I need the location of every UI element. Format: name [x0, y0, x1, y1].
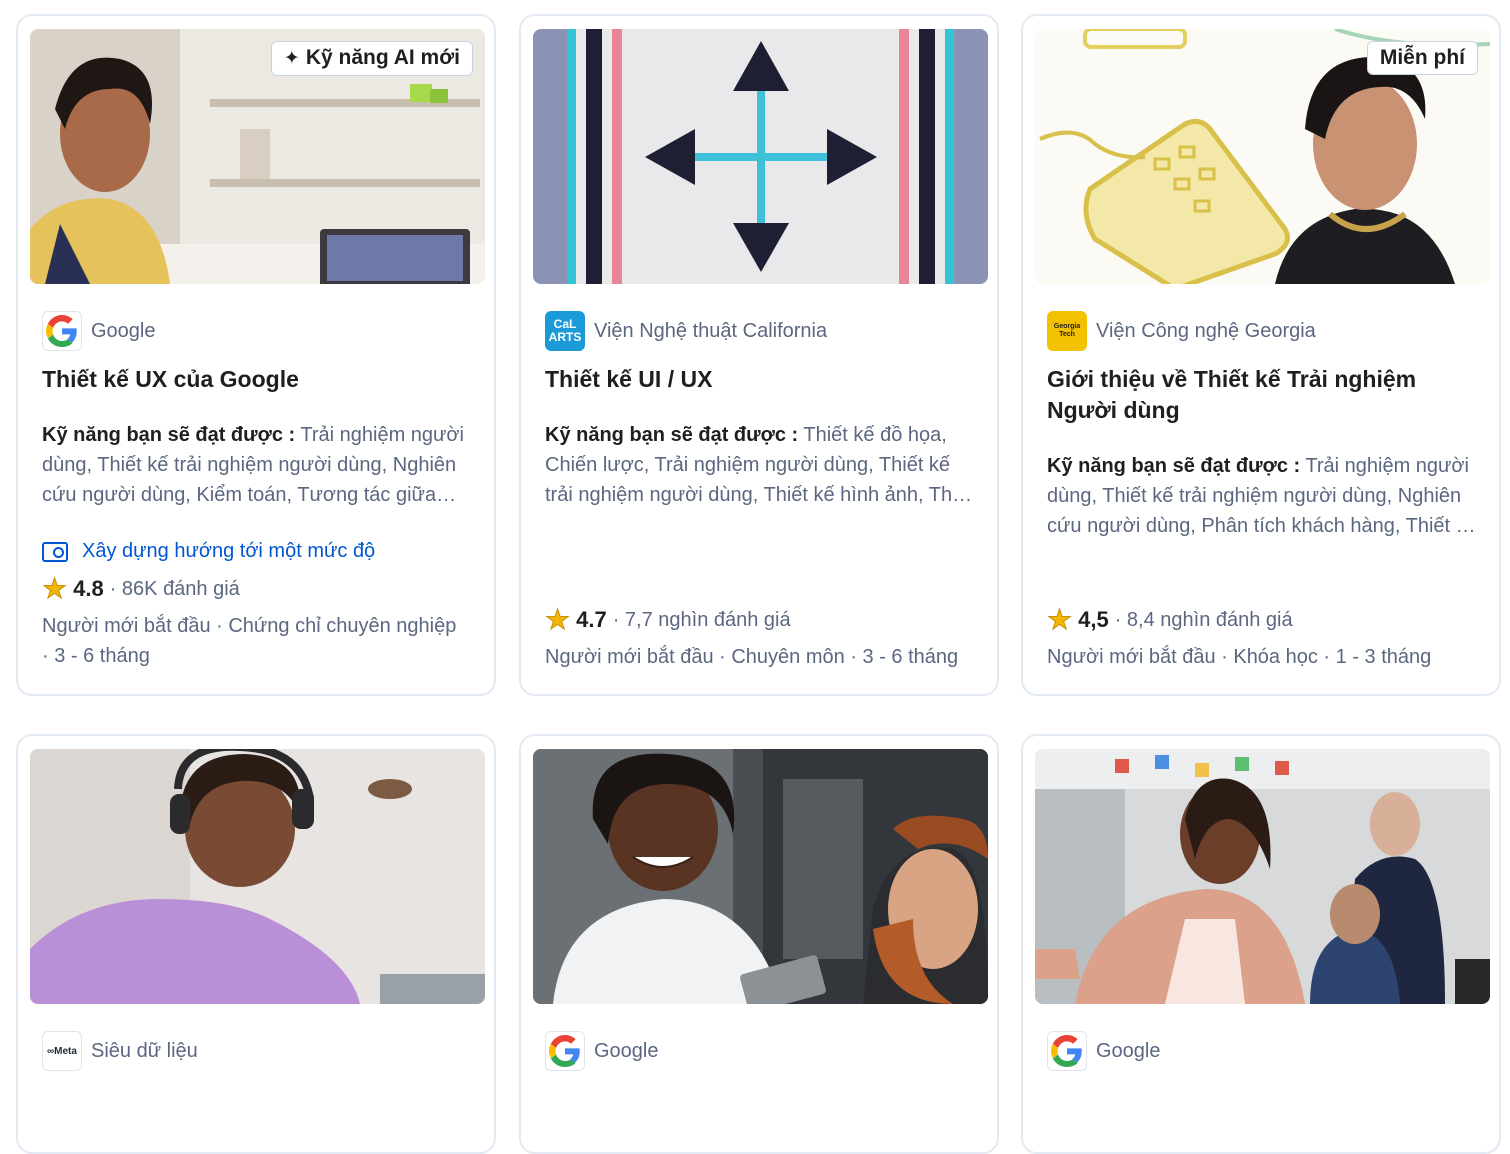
sparkle-icon: ✦ [283, 48, 300, 69]
skills-text: Kỹ năng bạn sẽ đạt được : Trải nghiệm ng… [42, 420, 472, 510]
course-card-calarts-uiux[interactable]: CaL ARTS Viện Nghệ thuật California Thiết… [519, 14, 999, 696]
badge-free: Miễn phí [1366, 41, 1478, 75]
degree-pathway-label[interactable]: Xây dựng hướng tới một mức độ [82, 540, 375, 563]
course-thumbnail [533, 29, 988, 284]
review-count: · 86K đánh giá [109, 577, 240, 600]
course-meta: Người mới bắt đầu · Khóa học · 1 - 3 thá… [1047, 646, 1432, 668]
partner: Google [1047, 1030, 1161, 1072]
rating-score: 4.8 [73, 576, 104, 601]
review-count: · 7,7 nghìn đánh giá [612, 608, 791, 631]
skills-label: Kỹ năng bạn sẽ đạt được : [42, 424, 296, 446]
skills-label: Kỹ năng bạn sẽ đạt được : [1047, 455, 1301, 477]
partner-name: Google [1096, 1039, 1161, 1062]
partner: CaL ARTS Viện Nghệ thuật California [545, 310, 827, 352]
course-thumbnail [1035, 749, 1490, 1004]
course-thumbnail: Miễn phí [1035, 29, 1490, 284]
georgia-tech-logo-icon: Georgia Tech [1047, 311, 1087, 351]
course-title[interactable]: Thiết kế UX của Google [42, 364, 470, 395]
skills-text: Kỹ năng bạn sẽ đạt được : Trải nghiệm ng… [1047, 451, 1477, 541]
star-icon: ★ [544, 604, 571, 635]
course-meta: Người mới bắt đầu · Chứng chỉ chuyên ngh… [42, 615, 457, 667]
partner-name: Viện Công nghệ Georgia [1096, 319, 1316, 342]
partner: ∞Meta Siêu dữ liệu [42, 1030, 198, 1072]
course-card-georgia-tech-ux[interactable]: Miễn phí Georgia Tech Viện Công nghệ Geor… [1021, 14, 1501, 696]
badge-new-ai-skill: ✦ Kỹ năng AI mới [270, 41, 473, 76]
google-logo-icon [545, 1031, 585, 1071]
star-icon: ★ [41, 573, 68, 604]
google-logo-icon [1047, 1031, 1087, 1071]
partner: Georgia Tech Viện Công nghệ Georgia [1047, 310, 1316, 352]
partner: Google [42, 310, 156, 352]
degree-pathway-link[interactable]: Xây dựng hướng tới một mức độ [42, 540, 375, 563]
course-card-google-3[interactable]: Google [1021, 734, 1501, 1154]
rating-score: 4,5 [1078, 607, 1109, 632]
partner-name: Google [594, 1039, 659, 1062]
review-count: · 8,4 nghìn đánh giá [1114, 608, 1293, 631]
course-card-google-ux[interactable]: ✦ Kỹ năng AI mới Google Thiết kế UX của G… [16, 14, 496, 696]
partner: Google [545, 1030, 659, 1072]
rating-score: 4.7 [576, 607, 607, 632]
meta-logo-icon: ∞Meta [42, 1031, 82, 1071]
partner-name: Viện Nghệ thuật California [594, 319, 828, 342]
certificate-icon [42, 541, 68, 562]
rating: ★ 4,5 · 8,4 nghìn đánh giá [1046, 604, 1293, 635]
course-title[interactable]: Giới thiệu về Thiết kế Trải nghiệm Người… [1047, 364, 1475, 426]
course-thumbnail [533, 749, 988, 1004]
google-logo-icon [42, 311, 82, 351]
partner-name: Google [91, 319, 156, 342]
calarts-logo-icon: CaL ARTS [545, 311, 585, 351]
skills-label: Kỹ năng bạn sẽ đạt được : [545, 424, 799, 446]
course-thumbnail [30, 749, 485, 1004]
course-card-google-2[interactable]: Google [519, 734, 999, 1154]
course-thumbnail: ✦ Kỹ năng AI mới [30, 29, 485, 284]
course-title[interactable]: Thiết kế UI / UX [545, 364, 973, 395]
skills-text: Kỹ năng bạn sẽ đạt được : Thiết kế đồ họ… [545, 420, 975, 510]
rating: ★ 4.8 · 86K đánh giá [41, 573, 240, 604]
partner-name: Siêu dữ liệu [91, 1039, 198, 1062]
course-card-meta[interactable]: ∞Meta Siêu dữ liệu [16, 734, 496, 1154]
rating: ★ 4.7 · 7,7 nghìn đánh giá [544, 604, 791, 635]
course-meta: Người mới bắt đầu · Chuyên môn · 3 - 6 t… [545, 646, 959, 668]
star-icon: ★ [1046, 604, 1073, 635]
